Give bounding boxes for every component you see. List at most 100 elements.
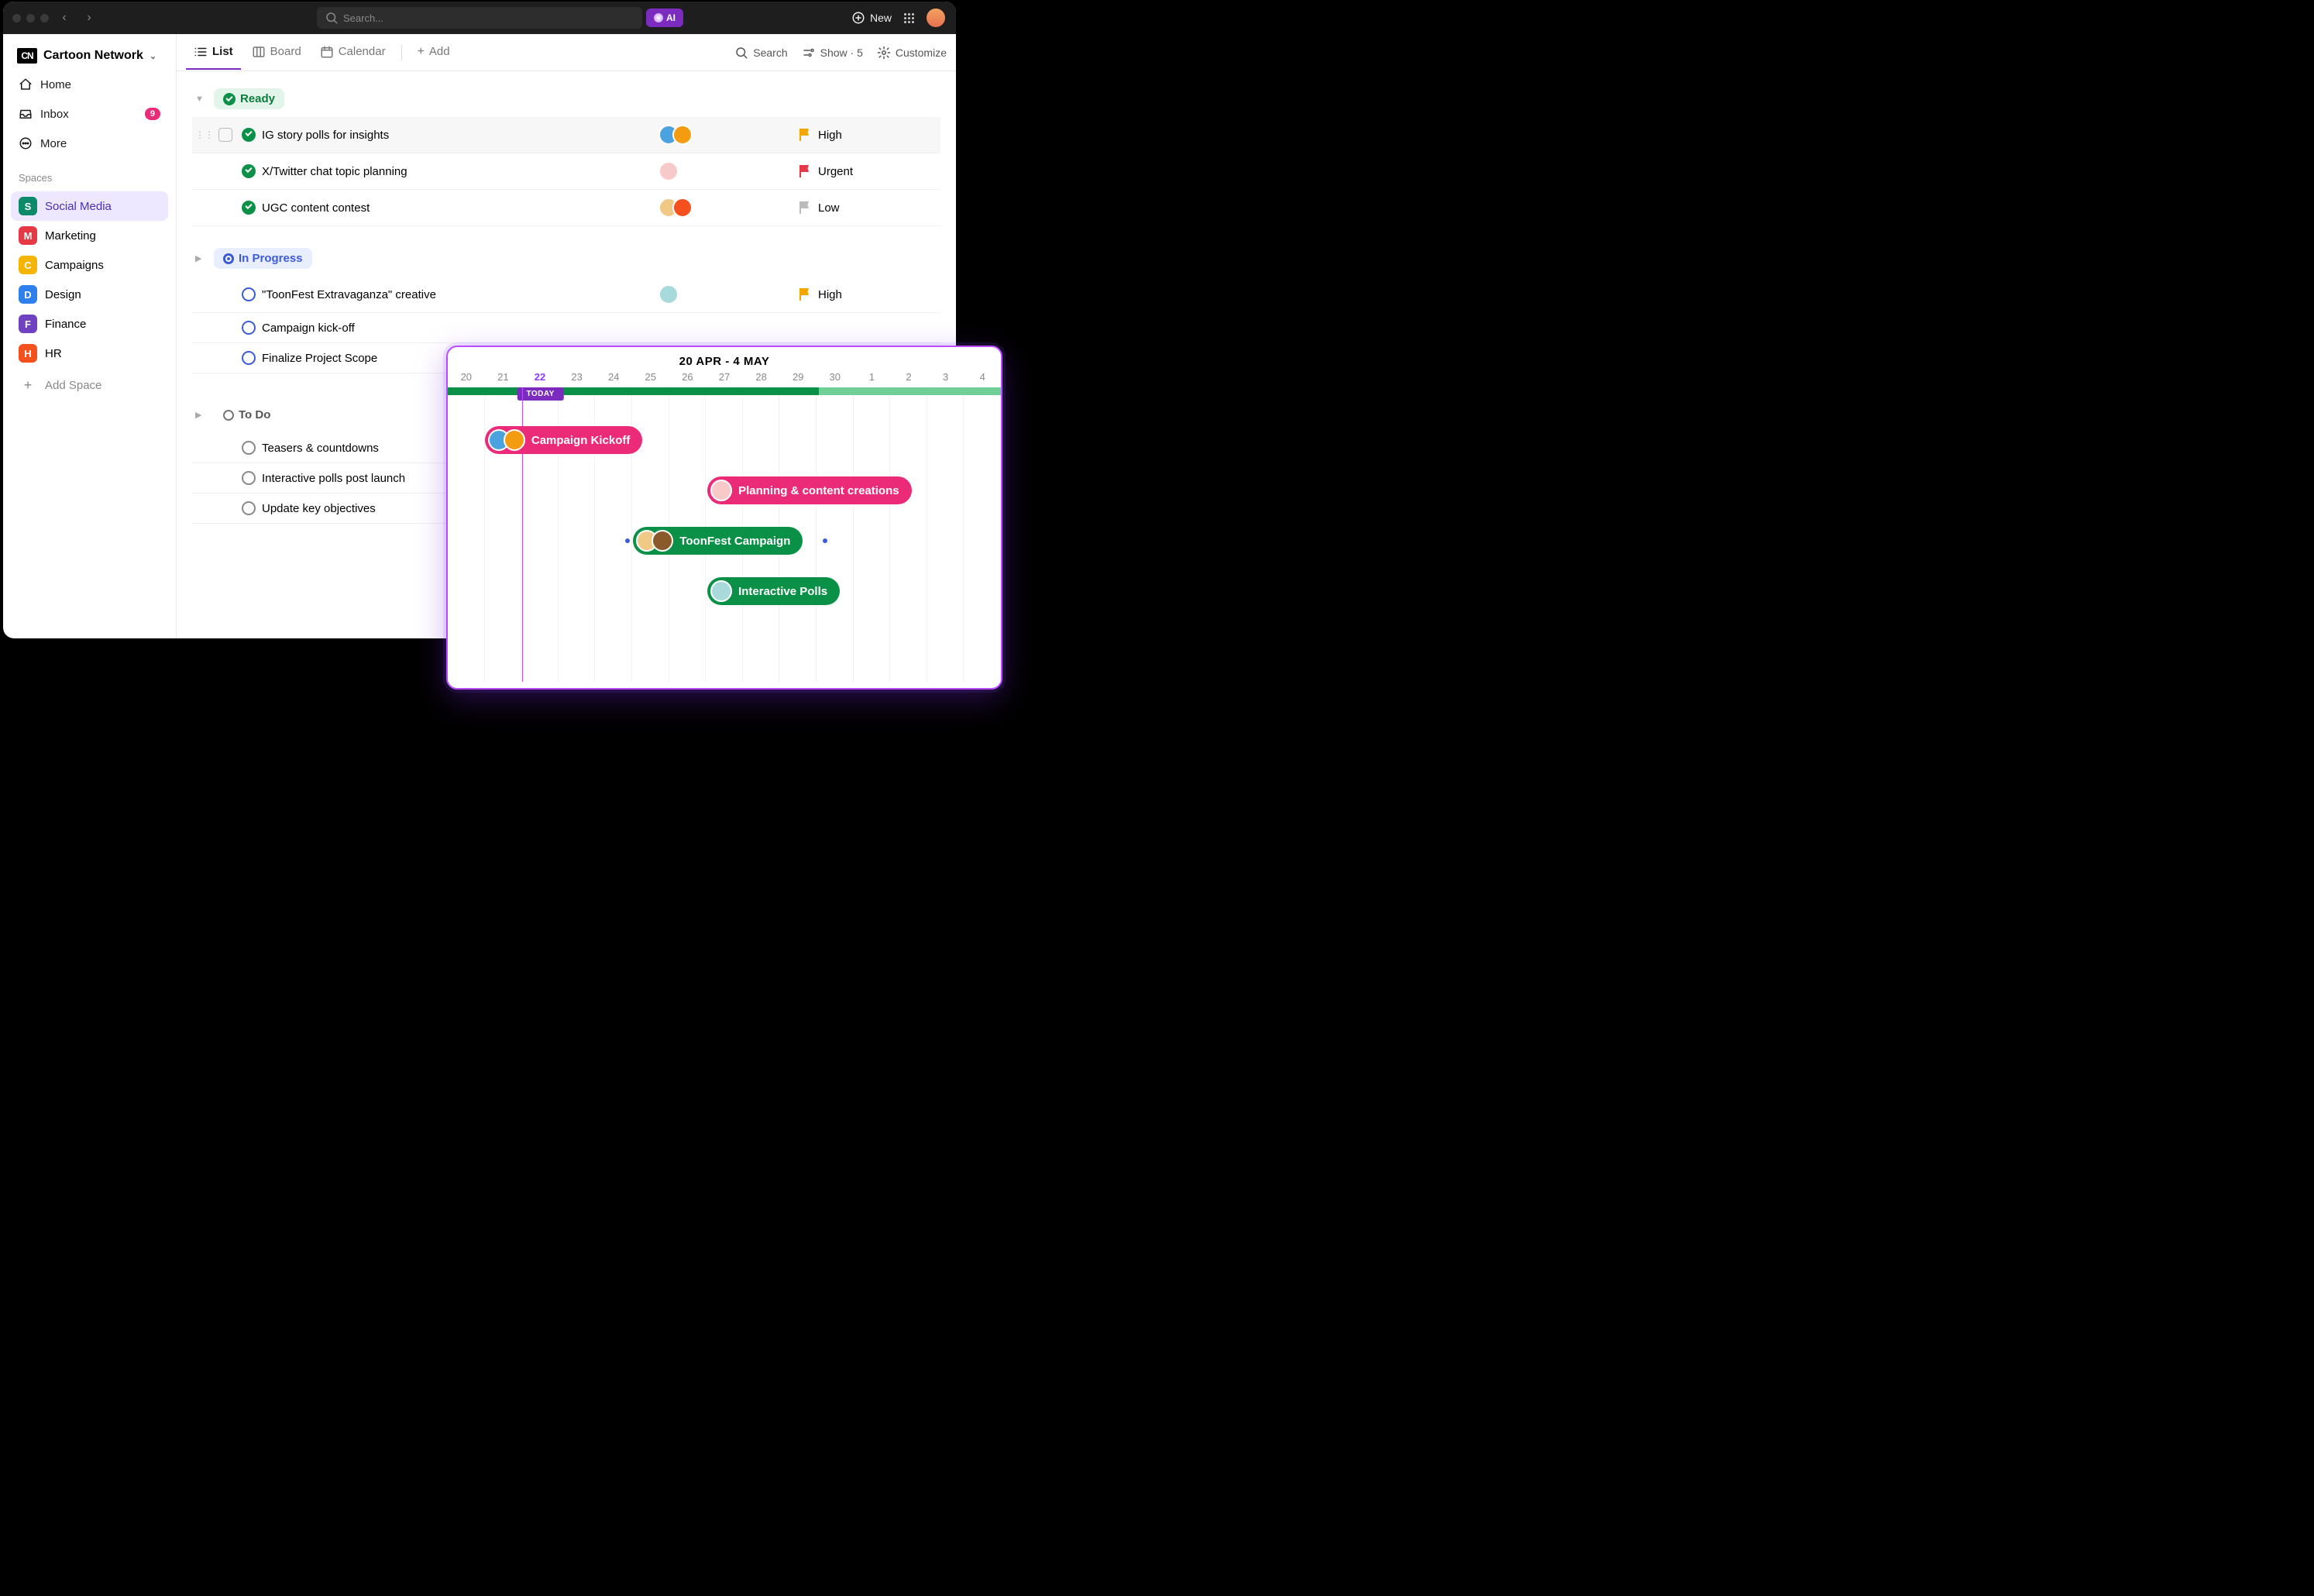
sidebar-space-design[interactable]: DDesign [11, 280, 168, 309]
sidebar-space-marketing[interactable]: MMarketing [11, 221, 168, 250]
gantt-day: 25 [632, 371, 669, 383]
status-icon[interactable] [242, 128, 256, 142]
status-icon[interactable] [242, 351, 256, 365]
priority-cell[interactable]: Low [798, 201, 937, 215]
gantt-day: 27 [706, 371, 743, 383]
list-icon [194, 45, 208, 59]
status-icon[interactable] [242, 287, 256, 301]
status-icon[interactable] [242, 501, 256, 515]
gantt-body: TODAY Campaign Kickoff Planning & content … [448, 387, 1001, 682]
space-icon: S [19, 197, 37, 215]
view-tabs: List Board Calendar + Add [177, 34, 956, 71]
global-search[interactable]: Search... [317, 7, 642, 29]
search-placeholder: Search... [343, 12, 383, 24]
gantt-bar[interactable]: ToonFest Campaign [633, 527, 803, 555]
task-name: "ToonFest Extravaganza" creative [262, 288, 658, 301]
sidebar-space-hr[interactable]: HHR [11, 339, 168, 368]
assignees[interactable] [658, 125, 798, 145]
view-board-tab[interactable]: Board [244, 36, 309, 70]
new-button[interactable]: New [851, 11, 892, 25]
gantt-day: 24 [595, 371, 632, 383]
search-icon [734, 46, 748, 60]
group-header-ready[interactable]: ▼Ready [192, 81, 940, 117]
gantt-overlay: 20 APR - 4 MAY 2021222324252627282930123… [446, 346, 1002, 690]
priority-cell[interactable]: High [798, 129, 937, 142]
nav-forward[interactable]: › [80, 11, 98, 25]
status-icon[interactable] [242, 321, 256, 335]
customize-button[interactable]: Customize [877, 46, 947, 60]
group-header-inprogress[interactable]: ▶In Progress [192, 240, 940, 277]
view-list-tab[interactable]: List [186, 36, 241, 70]
sparkle-icon [654, 13, 663, 22]
status-icon[interactable] [242, 164, 256, 178]
window-controls[interactable] [12, 14, 49, 22]
status-icon[interactable] [242, 441, 256, 455]
gear-icon [877, 46, 891, 60]
task-row[interactable]: ⋮⋮ Campaign kick-off [192, 313, 940, 343]
gantt-day: 28 [743, 371, 780, 383]
plus-icon: + [418, 45, 425, 59]
gantt-range-label: 20 APR - 4 MAY [448, 347, 1001, 371]
assignees[interactable] [658, 161, 798, 181]
search-icon [325, 11, 339, 25]
today-label: TODAY [517, 387, 563, 401]
task-row[interactable]: ⋮⋮ IG story polls for insights High [192, 117, 940, 153]
flag-icon [798, 288, 810, 301]
space-icon: H [19, 344, 37, 363]
ai-button[interactable]: AI [646, 9, 683, 27]
board-icon [252, 45, 266, 59]
gantt-day: 1 [854, 371, 891, 383]
plus-icon: + [19, 377, 37, 394]
sidebar-space-finance[interactable]: FFinance [11, 309, 168, 339]
show-columns-button[interactable]: Show · 5 [802, 46, 863, 60]
status-icon[interactable] [242, 201, 256, 215]
gantt-day: 3 [927, 371, 964, 383]
space-icon: M [19, 226, 37, 245]
plus-circle-icon [851, 11, 865, 25]
chevron-icon: ▶ [195, 253, 206, 263]
task-row[interactable]: ⋮⋮ UGC content contest Low [192, 190, 940, 226]
sidebar-home[interactable]: Home [11, 71, 168, 98]
gantt-day: 22 [521, 371, 559, 383]
nav-back[interactable]: ‹ [55, 11, 74, 25]
gantt-bar[interactable]: Planning & content creations [707, 476, 912, 504]
chevron-icon: ▼ [195, 95, 206, 104]
chevron-icon: ▶ [195, 410, 206, 420]
gantt-day: 21 [485, 371, 522, 383]
calendar-icon [320, 45, 334, 59]
search-view-button[interactable]: Search [734, 46, 787, 60]
gantt-day: 4 [964, 371, 1001, 383]
user-avatar[interactable] [927, 9, 945, 27]
add-view-button[interactable]: + Add [410, 36, 458, 70]
priority-cell[interactable]: High [798, 288, 937, 301]
gantt-day: 26 [669, 371, 707, 383]
task-row[interactable]: ⋮⋮ X/Twitter chat topic planning Urgent [192, 153, 940, 190]
gantt-bar[interactable]: Interactive Polls [707, 577, 840, 605]
space-icon: C [19, 256, 37, 274]
inbox-icon [19, 107, 33, 121]
gantt-day: 2 [890, 371, 927, 383]
assignees[interactable] [658, 284, 798, 304]
assignees[interactable] [658, 198, 798, 218]
task-name: UGC content contest [262, 201, 658, 215]
sidebar-space-campaigns[interactable]: CCampaigns [11, 250, 168, 280]
flag-icon [798, 129, 810, 141]
workspace-selector[interactable]: CN Cartoon Network ⌄ [11, 43, 168, 68]
drag-handle-icon[interactable]: ⋮⋮ [195, 129, 218, 140]
priority-cell[interactable]: Urgent [798, 165, 937, 178]
view-calendar-tab[interactable]: Calendar [312, 36, 394, 70]
sidebar-space-social-media[interactable]: SSocial Media [11, 191, 168, 221]
gantt-bar[interactable]: Campaign Kickoff [485, 426, 643, 454]
gantt-day-header: 20212223242526272829301234 [448, 371, 1001, 387]
space-icon: F [19, 315, 37, 333]
task-row[interactable]: ⋮⋮ "ToonFest Extravaganza" creative High [192, 277, 940, 313]
sidebar-more[interactable]: More [11, 130, 168, 157]
gantt-day: 29 [779, 371, 817, 383]
sidebar-inbox[interactable]: Inbox 9 [11, 101, 168, 127]
add-space-button[interactable]: + Add Space [11, 371, 168, 400]
task-checkbox[interactable] [218, 128, 232, 142]
chevron-down-icon: ⌄ [150, 51, 156, 61]
status-icon[interactable] [242, 471, 256, 485]
inbox-badge: 9 [145, 108, 160, 120]
apps-grid-icon[interactable] [904, 13, 914, 23]
